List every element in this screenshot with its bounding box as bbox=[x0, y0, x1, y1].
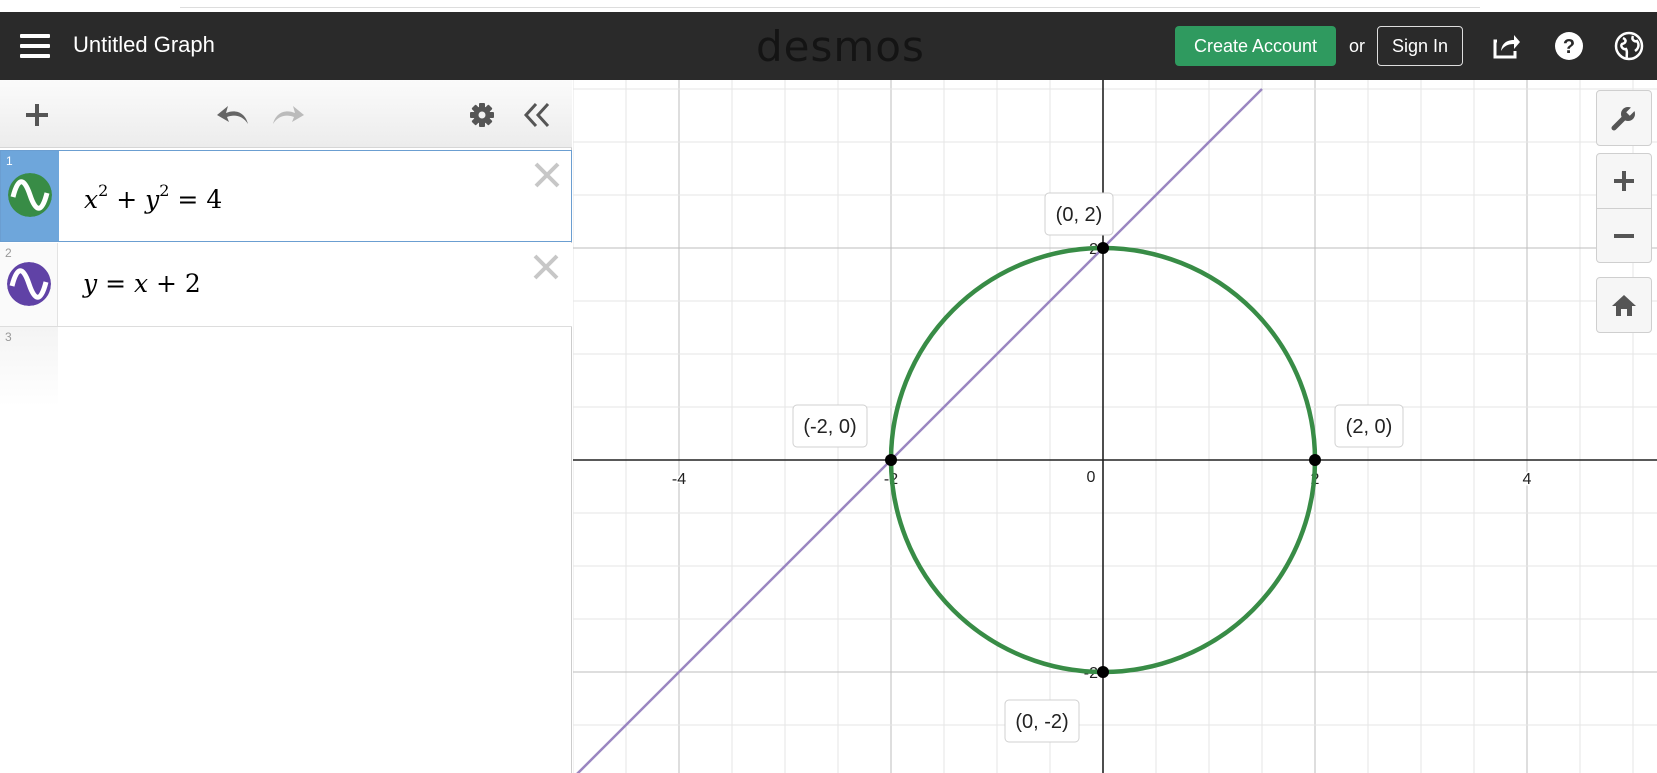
expression-row-1[interactable]: 1 x2 + y2 = 4 bbox=[0, 150, 572, 242]
point-marker[interactable] bbox=[1097, 666, 1109, 678]
expression-index: 3 bbox=[5, 330, 12, 344]
home-icon[interactable] bbox=[1611, 293, 1637, 317]
x-tick-label: -4 bbox=[672, 471, 686, 488]
undo-icon[interactable] bbox=[215, 102, 251, 128]
app-header: Untitled Graph desmos Create Account or … bbox=[0, 12, 1657, 80]
expression-row-2[interactable]: 2 y = x + 2 bbox=[0, 243, 572, 327]
delete-expression-1-icon[interactable] bbox=[533, 161, 561, 189]
graph-settings-control[interactable] bbox=[1596, 90, 1652, 146]
redo-icon[interactable] bbox=[270, 102, 306, 128]
or-label: or bbox=[1349, 36, 1366, 56]
expression-toolbar bbox=[0, 80, 572, 148]
desmos-logo: desmos bbox=[756, 22, 925, 71]
sign-in-button[interactable]: Sign In bbox=[1377, 26, 1463, 66]
point-marker[interactable] bbox=[1097, 242, 1109, 254]
help-icon[interactable]: ? bbox=[1554, 31, 1584, 61]
zoom-controls bbox=[1596, 153, 1652, 263]
svg-text:?: ? bbox=[1563, 36, 1575, 58]
browser-top-strip bbox=[0, 0, 1657, 12]
expression-1-math[interactable]: x2 + y2 = 4 bbox=[84, 181, 222, 214]
line-y-equals-x-plus-2[interactable] bbox=[573, 88, 1263, 773]
share-icon[interactable] bbox=[1492, 31, 1522, 61]
graph-title[interactable]: Untitled Graph bbox=[73, 32, 215, 58]
delete-expression-2-icon[interactable] bbox=[532, 253, 560, 281]
point-marker[interactable] bbox=[885, 454, 897, 466]
collapse-panel-icon[interactable] bbox=[522, 100, 552, 130]
new-expression-gutter[interactable]: 3 bbox=[0, 327, 58, 407]
origin-label: 0 bbox=[1087, 469, 1096, 486]
x-tick-label: 4 bbox=[1523, 471, 1532, 488]
graph-paper[interactable]: -4 -2 2 4 0 2 -2 (0, 2) (-2, 0) (2, 0) (0, -2) bbox=[466, 35, 1657, 773]
menu-icon[interactable] bbox=[20, 34, 50, 58]
home-control[interactable] bbox=[1596, 277, 1652, 333]
add-icon[interactable] bbox=[24, 102, 50, 128]
point-label: (-2, 0) bbox=[803, 416, 856, 438]
expression-index: 2 bbox=[5, 246, 12, 260]
wrench-icon[interactable] bbox=[1610, 104, 1638, 132]
expression-index: 1 bbox=[6, 154, 13, 168]
expression-1-color-icon[interactable] bbox=[8, 173, 52, 217]
expression-panel: 1 x2 + y2 = 4 2 y = x + 2 3 bbox=[0, 80, 572, 773]
point-marker[interactable] bbox=[1309, 454, 1321, 466]
settings-gear-icon[interactable] bbox=[469, 102, 495, 128]
graph-canvas[interactable]: -4 -2 2 402-2(0, 2)(-2, 0) (2, 0)(0, -2) bbox=[466, 35, 1657, 773]
create-account-button[interactable]: Create Account bbox=[1175, 26, 1336, 66]
expression-2-color-icon[interactable] bbox=[7, 262, 51, 306]
zoom-in-icon[interactable] bbox=[1613, 170, 1635, 192]
zoom-out-icon[interactable] bbox=[1613, 225, 1635, 247]
language-globe-icon[interactable] bbox=[1614, 31, 1644, 61]
expression-2-math[interactable]: y = x + 2 bbox=[83, 269, 201, 298]
point-label: (2, 0) bbox=[1346, 416, 1393, 438]
point-label: (0, -2) bbox=[1015, 711, 1068, 733]
point-label: (0, 2) bbox=[1056, 204, 1103, 226]
